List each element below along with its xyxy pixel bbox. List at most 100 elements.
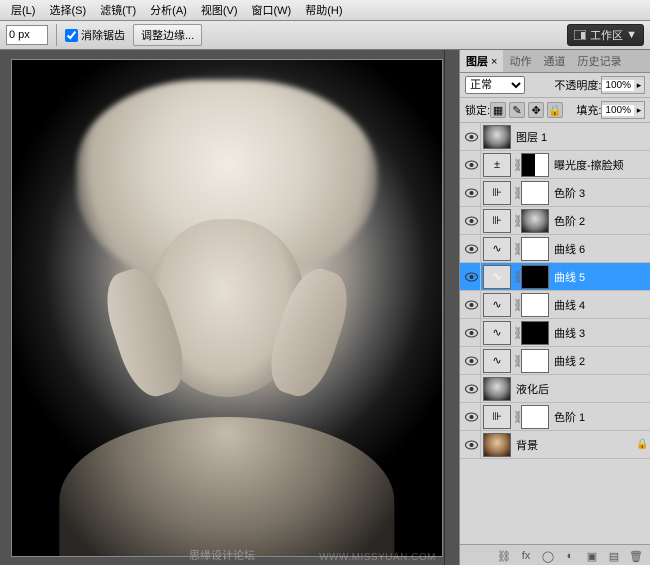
layer-name[interactable]: 曲线 2 xyxy=(551,353,648,369)
layer-name[interactable]: 图层 1 xyxy=(513,129,648,145)
lock-pixels-icon[interactable]: ✎ xyxy=(509,102,525,118)
layer-mask-thumb[interactable] xyxy=(521,237,549,261)
layer-row[interactable]: ⊪⛓ 色阶 1 xyxy=(460,403,650,431)
canvas-area: 思缘设计论坛 WWW.MISSYUAN.COM xyxy=(0,50,444,565)
fill-label: 填充: xyxy=(576,102,601,118)
delete-layer-icon[interactable]: 🗑 xyxy=(627,548,645,564)
fill-input[interactable]: 100%▸ xyxy=(601,101,645,119)
tab-channels[interactable]: 通道 xyxy=(537,50,571,72)
menu-help[interactable]: 帮助(H) xyxy=(298,2,349,18)
layer-mask-thumb[interactable] xyxy=(521,181,549,205)
lock-transparent-icon[interactable]: ▦ xyxy=(490,102,506,118)
layer-name[interactable]: 曲线 5 xyxy=(551,269,648,285)
visibility-toggle[interactable] xyxy=(462,403,481,430)
layer-row[interactable]: 液化后 xyxy=(460,375,650,403)
layer-row[interactable]: 背景🔒 xyxy=(460,431,650,459)
layer-row[interactable]: ∿⛓曲线 2 xyxy=(460,347,650,375)
layer-row[interactable]: 图层 1 xyxy=(460,123,650,151)
eye-icon xyxy=(465,328,478,338)
menu-window[interactable]: 窗口(W) xyxy=(245,2,299,18)
layer-name[interactable]: 液化后 xyxy=(513,381,648,397)
lock-position-icon[interactable]: ✥ xyxy=(528,102,544,118)
antialias-toggle[interactable]: 消除锯齿 xyxy=(65,27,125,43)
layer-name[interactable]: 色阶 1 xyxy=(551,409,648,425)
layer-thumb[interactable]: ∿ xyxy=(483,349,511,373)
layer-name[interactable]: 曲线 6 xyxy=(551,241,648,257)
feather-input[interactable] xyxy=(6,25,48,45)
visibility-toggle[interactable] xyxy=(462,347,481,374)
layer-name[interactable]: 色阶 3 xyxy=(551,185,648,201)
layer-name[interactable]: 色阶 2 xyxy=(551,213,648,229)
tab-actions[interactable]: 动作 xyxy=(503,50,537,72)
menu-filter[interactable]: 滤镜(T) xyxy=(93,2,143,18)
link-icon: ⛓ xyxy=(513,214,521,228)
options-bar: 消除锯齿 调整边缘... 工作区 ▼ xyxy=(0,21,650,50)
link-layers-icon[interactable]: ⛓ xyxy=(495,548,513,564)
layer-thumb[interactable]: ⊪ xyxy=(483,405,511,429)
link-icon: ⛓ xyxy=(513,326,521,340)
layer-row[interactable]: ∿⛓ 曲线 6 xyxy=(460,235,650,263)
visibility-toggle[interactable] xyxy=(462,151,481,178)
menu-layer[interactable]: 层(L) xyxy=(4,2,42,18)
visibility-toggle[interactable] xyxy=(462,375,481,402)
layer-thumb[interactable]: ± xyxy=(483,153,511,177)
workspace-switcher[interactable]: 工作区 ▼ xyxy=(567,24,644,46)
layer-name[interactable]: 曲线 4 xyxy=(551,297,648,313)
layer-row[interactable]: ∿⛓ 曲线 3 xyxy=(460,319,650,347)
refine-edge-button[interactable]: 调整边缘... xyxy=(133,24,202,46)
layer-thumb[interactable]: ∿ xyxy=(483,293,511,317)
layer-row[interactable]: ⊪⛓ 色阶 3 xyxy=(460,179,650,207)
layer-thumb[interactable] xyxy=(483,433,511,457)
link-icon: ⛓ xyxy=(513,298,521,312)
layer-row[interactable]: ∿⛓ 曲线 4 xyxy=(460,291,650,319)
layer-thumb[interactable]: ⊪ xyxy=(483,209,511,233)
menu-view[interactable]: 视图(V) xyxy=(194,2,245,18)
visibility-toggle[interactable] xyxy=(462,235,481,262)
visibility-toggle[interactable] xyxy=(462,291,481,318)
layer-thumb[interactable] xyxy=(483,125,511,149)
layer-row[interactable]: ⊪⛓ 色阶 2 xyxy=(460,207,650,235)
link-icon: ⛓ xyxy=(513,410,521,424)
tab-history[interactable]: 历史记录 xyxy=(571,50,627,72)
layer-name[interactable]: 背景 xyxy=(513,437,636,453)
layer-mask-thumb[interactable] xyxy=(521,405,549,429)
layer-name[interactable]: 曲线 3 xyxy=(551,325,648,341)
layer-mask-thumb[interactable] xyxy=(521,209,549,233)
layer-mask-thumb[interactable] xyxy=(521,293,549,317)
antialias-checkbox[interactable] xyxy=(65,29,78,42)
layer-mask-thumb[interactable] xyxy=(521,153,549,177)
visibility-toggle[interactable] xyxy=(462,207,481,234)
new-layer-icon[interactable]: ▤ xyxy=(605,548,623,564)
visibility-toggle[interactable] xyxy=(462,123,481,150)
layer-thumb[interactable]: ∿ xyxy=(483,321,511,345)
layer-thumb[interactable]: ⊪ xyxy=(483,181,511,205)
link-icon: ⛓ xyxy=(513,186,521,200)
visibility-toggle[interactable] xyxy=(462,319,481,346)
lock-all-icon[interactable]: 🔒 xyxy=(547,102,563,118)
visibility-toggle[interactable] xyxy=(462,179,481,206)
link-icon: ⛓ xyxy=(513,242,521,256)
blend-mode-select[interactable]: 正常 xyxy=(465,76,525,94)
layer-thumb[interactable] xyxy=(483,377,511,401)
tab-layers[interactable]: 图层 × xyxy=(460,50,503,72)
adjustment-layer-icon[interactable]: ◐ xyxy=(561,548,579,564)
layer-thumb[interactable]: ∿ xyxy=(483,265,511,289)
opacity-input[interactable]: 100%▸ xyxy=(601,76,645,94)
layer-style-icon[interactable]: fx xyxy=(517,548,535,564)
document-image[interactable] xyxy=(12,60,442,556)
layer-row[interactable]: ∿⛓曲线 5 xyxy=(460,263,650,291)
eye-icon xyxy=(465,132,478,142)
layer-mask-thumb[interactable] xyxy=(521,321,549,345)
menu-analysis[interactable]: 分析(A) xyxy=(143,2,194,18)
panel-gutter[interactable] xyxy=(444,50,459,565)
group-icon[interactable]: ▣ xyxy=(583,548,601,564)
visibility-toggle[interactable] xyxy=(462,431,481,458)
layer-thumb[interactable]: ∿ xyxy=(483,237,511,261)
layer-mask-icon[interactable]: ◯ xyxy=(539,548,557,564)
layer-mask-thumb[interactable] xyxy=(521,349,549,373)
menu-select[interactable]: 选择(S) xyxy=(42,2,93,18)
layer-row[interactable]: ±⛓曝光度-擦脸颊 xyxy=(460,151,650,179)
visibility-toggle[interactable] xyxy=(462,263,481,290)
layer-name[interactable]: 曝光度-擦脸颊 xyxy=(551,157,648,173)
layer-mask-thumb[interactable] xyxy=(521,265,549,289)
